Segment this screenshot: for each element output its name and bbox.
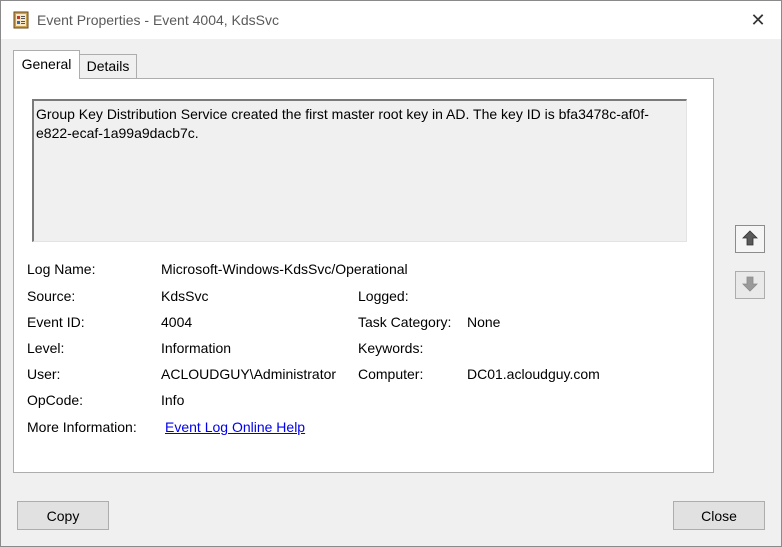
tab-details[interactable]: Details xyxy=(80,54,137,78)
window-title: Event Properties - Event 4004, KdsSvc xyxy=(37,12,280,28)
user-label: User: xyxy=(27,366,61,382)
arrow-down-icon xyxy=(741,275,759,296)
user-value: ACLOUDGUY\Administrator xyxy=(161,366,337,382)
opcode-value: Info xyxy=(161,392,185,408)
task-category-label: Task Category: xyxy=(358,314,452,330)
event-viewer-icon xyxy=(13,11,29,29)
next-event-button[interactable] xyxy=(735,271,765,299)
event-id-label: Event ID: xyxy=(27,314,85,330)
previous-event-button[interactable] xyxy=(735,225,765,253)
close-icon[interactable]: ✕ xyxy=(735,1,781,39)
keywords-label: Keywords: xyxy=(358,340,424,356)
event-log-online-help-link[interactable]: Event Log Online Help xyxy=(165,419,305,435)
event-description-box[interactable]: Group Key Distribution Service created t… xyxy=(32,99,687,242)
source-value: KdsSvc xyxy=(161,288,209,304)
task-category-value: None xyxy=(467,314,501,330)
event-id-value: 4004 xyxy=(161,314,193,330)
level-label: Level: xyxy=(27,340,65,356)
arrow-up-icon xyxy=(741,229,759,250)
title-bar: Event Properties - Event 4004, KdsSvc ✕ xyxy=(1,1,781,39)
source-label: Source: xyxy=(27,288,76,304)
event-properties-window: Event Properties - Event 4004, KdsSvc ✕ … xyxy=(0,0,782,547)
level-value: Information xyxy=(161,340,232,356)
log-name-label: Log Name: xyxy=(27,261,96,277)
opcode-label: OpCode: xyxy=(27,392,84,408)
computer-label: Computer: xyxy=(358,366,424,382)
tab-general[interactable]: General xyxy=(13,50,80,79)
more-information-label: More Information: xyxy=(27,419,137,435)
close-button[interactable]: Close xyxy=(673,501,765,530)
log-name-value: Microsoft-Windows-KdsSvc/Operational xyxy=(161,261,408,277)
logged-label: Logged: xyxy=(358,288,409,304)
computer-value: DC01.acloudguy.com xyxy=(467,366,600,382)
copy-button[interactable]: Copy xyxy=(17,501,109,530)
